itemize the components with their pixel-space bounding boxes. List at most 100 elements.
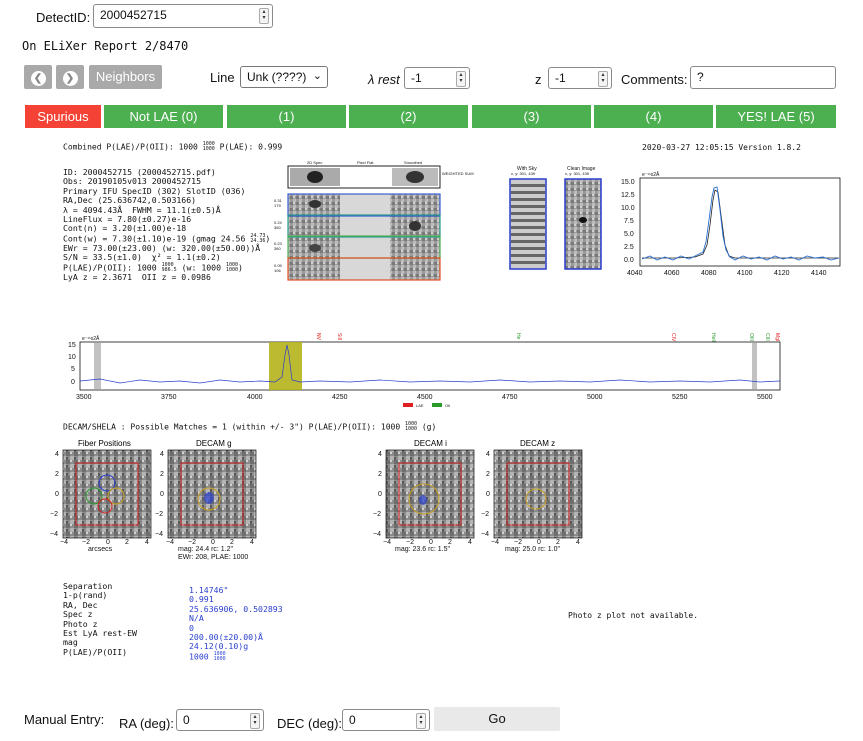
svg-text:4: 4 [576, 539, 580, 546]
svg-text:0: 0 [160, 491, 164, 498]
ra-spinner[interactable]: ▴ ▾ [250, 713, 260, 729]
line-label-ciii: CIII [764, 333, 770, 341]
y-tick: 15.0 [621, 179, 635, 186]
svg-text:2: 2 [556, 539, 560, 546]
panel-title: DECAM i [414, 439, 447, 448]
chevron-right-icon: ❯ [62, 71, 78, 86]
svg-text:4: 4 [160, 451, 164, 458]
go-button[interactable]: Go [434, 707, 560, 731]
x-tick: 4750 [502, 394, 518, 401]
imaging-panels: Fiber Positions arcsecs DECAM g mag: 24.… [50, 439, 583, 561]
svg-text:0: 0 [211, 539, 215, 546]
x-tick: 4080 [701, 270, 717, 277]
svg-text:−2: −2 [82, 539, 90, 546]
svg-text:2: 2 [160, 471, 164, 478]
y-tick: 10.0 [621, 205, 635, 212]
y-tick: 0 [71, 379, 75, 386]
match-values: 1.14746" 0.991 25.636906, 0.502893 N/A 0… [189, 585, 283, 662]
z-input[interactable]: -1 ▴ ▾ [548, 67, 612, 89]
zoom-ylabel: e⁻¹¹x2Å [642, 171, 660, 178]
not-lae-button[interactable]: Not LAE (0) [104, 105, 223, 128]
panel-xticks: −4 −2 0 2 4 −4 −2 0 2 4 −4 −2 0 2 4 −4 −… [60, 539, 580, 546]
lambda-value: -1 [411, 71, 422, 85]
legend-oii-swatch [432, 403, 442, 407]
fiber-positions-panel: Fiber Positions arcsecs [62, 439, 152, 553]
line-label: Line [210, 70, 235, 85]
lambda-spinner[interactable]: ▴ ▾ [456, 71, 466, 87]
line-label-he: He [515, 333, 521, 340]
match-value: N/A [189, 613, 204, 624]
legend-oii: OII [445, 403, 450, 408]
y-tick: 10 [68, 354, 76, 361]
zoom-spectrum-chart: e⁻¹¹x2Å 15.0 12.5 10.0 7.5 5.0 2.5 0.0 4… [621, 171, 841, 277]
score-2-button[interactable]: (2) [349, 105, 468, 128]
dec-value: 0 [349, 713, 356, 727]
svg-text:2: 2 [230, 539, 234, 546]
x-tick: 5250 [672, 394, 688, 401]
svg-text:−2: −2 [188, 539, 196, 546]
match-label: P(LAE)/P(OII) [63, 646, 128, 657]
x-tick: 5500 [757, 394, 773, 401]
dec-input[interactable]: 0 ▴ ▾ [342, 709, 430, 731]
score-3-button[interactable]: (3) [472, 105, 591, 128]
x-tick: 4060 [664, 270, 680, 277]
panel-title: DECAM g [196, 439, 232, 448]
report-date-version: 2020-03-27 12:05:15 Version 1.8.2 [642, 143, 801, 152]
panel-caption: mag: 23.6 rc: 1.5" [395, 546, 451, 553]
sky-clean-images: With Sky x, y: 301, 439 Clean Image x, y… [509, 166, 602, 270]
x-tick: 4140 [811, 270, 827, 277]
detectid-input[interactable]: 2000452715 ▴ ▾ [93, 4, 273, 28]
ra-label: RA (deg): [119, 716, 174, 731]
fiber-number: 179 [274, 203, 281, 208]
svg-text:−2: −2 [406, 539, 414, 546]
masked-region [752, 342, 757, 390]
fiber-number: 106 [274, 268, 281, 273]
x-tick: 4500 [417, 394, 433, 401]
yes-lae-button[interactable]: YES! LAE (5) [716, 105, 836, 128]
line-label-heii: HeII [710, 333, 716, 342]
z-spinner[interactable]: ▴ ▾ [598, 71, 608, 87]
score-1-button[interactable]: (1) [227, 105, 346, 128]
detectid-spinner[interactable]: ▴ ▾ [259, 8, 269, 24]
match-value: 1000 1000 1000 [189, 650, 226, 662]
next-button[interactable]: ❯ [56, 65, 84, 89]
svg-text:−4: −4 [481, 531, 489, 538]
comments-input[interactable]: ? [690, 66, 836, 89]
svg-text:2: 2 [448, 539, 452, 546]
svg-text:−2: −2 [50, 511, 58, 518]
panel-title: Fiber Positions [78, 439, 131, 448]
svg-text:0: 0 [378, 491, 382, 498]
match-labels: Separation 1-p(rand) RA, Dec Spec z Phot… [63, 581, 137, 657]
photoz-note: Photo z plot not available. [568, 611, 699, 620]
svg-text:0: 0 [486, 491, 490, 498]
line-label-nv: NV [315, 333, 321, 341]
x-tick: 4250 [332, 394, 348, 401]
with-sky-coords: x, y: 301, 439 [511, 171, 536, 176]
lambda-input[interactable]: -1 ▴ ▾ [404, 67, 470, 89]
emission-line-labels: NV SiII He CIV HeII OIII CIII MgII [315, 333, 780, 343]
svg-text:0: 0 [106, 539, 110, 546]
y-tick: 5 [71, 366, 75, 373]
detectid-value: 2000452715 [100, 8, 167, 22]
weighted-sum-title: WEIGHTED SUM [442, 171, 474, 176]
svg-text:−4: −4 [50, 531, 58, 538]
clean-image-coords: x, y: 301, 439 [565, 171, 590, 176]
line-select[interactable]: Unk (????) ⌄ [240, 66, 328, 88]
y-tick: 0.0 [624, 257, 634, 264]
spurious-button[interactable]: Spurious [25, 105, 101, 128]
neighbors-button[interactable]: Neighbors [89, 65, 162, 89]
y-tick: 7.5 [624, 218, 634, 225]
score-4-button[interactable]: (4) [594, 105, 713, 128]
svg-text:4: 4 [145, 539, 149, 546]
x-tick: 4100 [737, 270, 753, 277]
panel-caption: mag: 25.0 rc: 1.0" [505, 546, 561, 553]
stat-line: LyA z = 2.3671 OII z = 0.0986 [63, 271, 211, 282]
y-tick: 15 [68, 342, 76, 349]
decam-z-panel: DECAM z mag: 25.0 rc: 1.0" [493, 439, 583, 553]
dec-spinner[interactable]: ▴ ▾ [416, 713, 426, 729]
line-label-oiii: OIII [748, 333, 754, 341]
prev-button[interactable]: ❮ [24, 65, 52, 89]
ra-input[interactable]: 0 ▴ ▾ [176, 709, 264, 731]
panel-caption: arcsecs [88, 546, 113, 553]
svg-text:2: 2 [125, 539, 129, 546]
